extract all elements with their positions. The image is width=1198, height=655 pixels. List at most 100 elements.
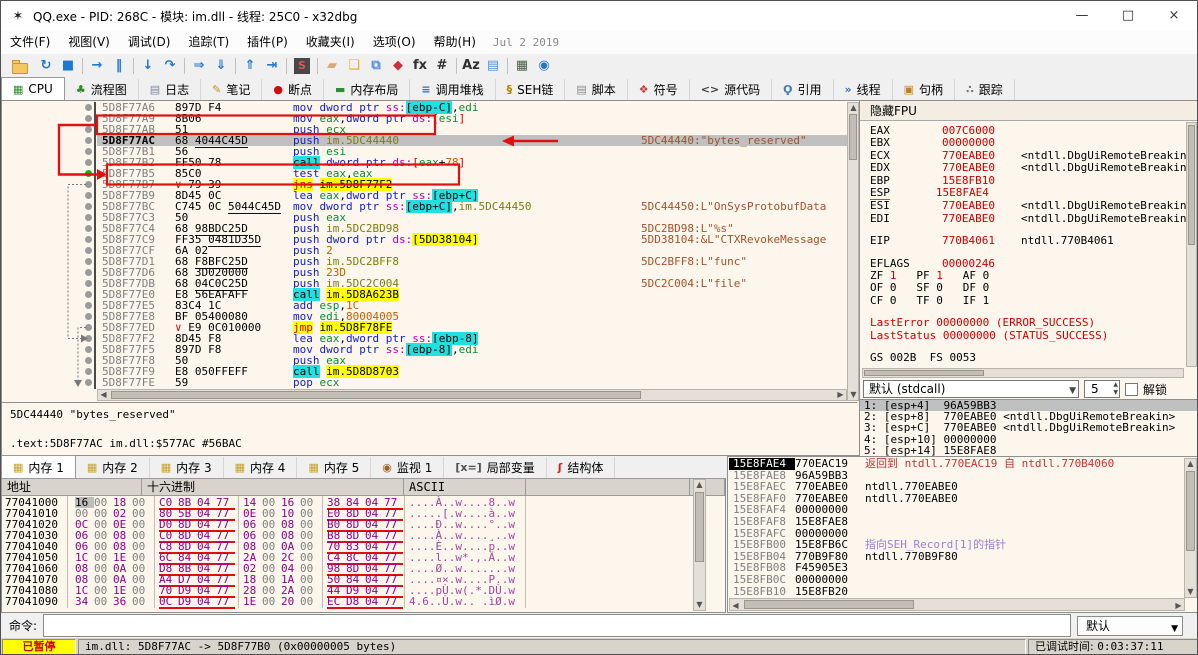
comment-icon[interactable]: ❏: [343, 56, 365, 76]
registers-hscrollbar[interactable]: [862, 368, 1184, 378]
restart-icon[interactable]: ↻: [35, 56, 57, 76]
tab-locals[interactable]: [x=] 局部变量: [444, 457, 547, 478]
disasm-row[interactable]: 5D8F77AC 68 4044C45D push im.5DC44440 5DC44…: [97, 134, 847, 148]
row-dot[interactable]: [85, 159, 92, 166]
hex-byte[interactable]: 00: [94, 596, 113, 607]
flag-value[interactable]: 1: [936, 269, 943, 282]
disasm-row[interactable]: 5D8F77A9 8B06 mov eax,dword ptr ds:[esi]: [97, 113, 847, 124]
calling-convention-select[interactable]: 默认 (stdcall) ▼: [863, 380, 1079, 398]
row-dot[interactable]: [85, 192, 92, 199]
menu-item-帮[interactable]: 帮助(H): [425, 35, 485, 49]
menu-item-文[interactable]: 文件(F): [1, 35, 59, 49]
tab-handles[interactable]: ▣ 句柄: [893, 79, 956, 100]
step-over-icon[interactable]: ↷: [159, 56, 181, 76]
register-value[interactable]: 770EABE0: [942, 149, 995, 162]
row-dot[interactable]: [85, 357, 92, 364]
register-value[interactable]: 15E8FB10: [942, 174, 995, 187]
tab-memory-map[interactable]: ▬ 内存布局: [324, 79, 411, 100]
stack-hscrollbar[interactable]: ◀ ▶: [729, 598, 1185, 611]
hex-byte[interactable]: EC: [327, 596, 346, 607]
bookmark-icon[interactable]: ◆: [387, 56, 409, 76]
scylla-icon[interactable]: S: [294, 58, 310, 74]
register-row[interactable]: EIP 770B4061 ntdll.770B4061: [870, 234, 1186, 247]
row-dot[interactable]: [85, 324, 92, 331]
hide-fpu-button[interactable]: 隐藏FPU: [860, 101, 1197, 121]
row-dot[interactable]: [85, 247, 92, 254]
row-dot[interactable]: [85, 115, 92, 122]
register-row[interactable]: GS 002B FS 0053: [870, 351, 1186, 364]
tab-dump-1[interactable]: ▦ 内存 1: [1, 455, 76, 478]
disassembly-vscrollbar[interactable]: ▲ ▼: [847, 102, 859, 401]
dump-vscrollbar[interactable]: ▲ ▼: [693, 479, 706, 611]
disassembly-hscrollbar[interactable]: ◀ ▶: [97, 389, 847, 401]
run-to-user-code-icon[interactable]: ⇒: [188, 56, 210, 76]
flag-value[interactable]: 0: [936, 294, 943, 307]
patch-icon[interactable]: ▰: [321, 56, 343, 76]
row-dot[interactable]: [85, 225, 92, 232]
disasm-row[interactable]: 5D8F77FE 59 pop ecx: [97, 377, 847, 388]
disasm-row[interactable]: 5D8F77F5 897D F8 mov dword ptr ss:[ebp-8],…: [97, 343, 847, 356]
tab-references[interactable]: Ϙ 引用: [772, 79, 834, 100]
dump-row[interactable]: 77041030 06 00 08 00 C0 8D 04 77 06 00 08 00 B8 8D 04 77…: [1, 530, 725, 543]
row-dot[interactable]: [85, 258, 92, 265]
disasm-row[interactable]: 5D8F77BC C745 0C 5044C45D mov dword ptr ss…: [97, 200, 847, 214]
pause-icon[interactable]: ‖: [108, 56, 130, 76]
row-dot[interactable]: [85, 302, 92, 309]
register-row[interactable]: EBX 00000000: [870, 136, 1186, 149]
menu-item-视[interactable]: 视图(V): [59, 35, 119, 49]
tab-struct[interactable]: ʃ 结构体: [547, 457, 616, 478]
hex-byte[interactable]: 00: [300, 596, 319, 607]
dump-row[interactable]: 77041010 00 00 02 00 80 5B 04 77 0E 00 10 00 E0 8D 04 77…: [1, 508, 725, 521]
tab-cpu[interactable]: ▦ CPU: [1, 77, 65, 100]
register-row[interactable]: EDX 770EABE0 <ntdll.DbgUiRemoteBreakin>: [870, 161, 1193, 174]
stack-row[interactable]: 15E8FAE4 770EAC19 返回到 ntdll.770EAC19 自 ntd…: [729, 458, 1173, 470]
menu-item-插[interactable]: 插件(P): [238, 35, 297, 49]
row-dot[interactable]: [85, 181, 92, 188]
stop-icon[interactable]: ■: [57, 56, 79, 76]
tab-graph[interactable]: ♣ 流程图: [65, 79, 139, 100]
open-file-icon[interactable]: [12, 59, 28, 74]
menu-item-收[interactable]: 收藏夹(I): [297, 35, 364, 49]
label-icon[interactable]: ⧉: [365, 56, 387, 76]
hex-byte[interactable]: 1E: [243, 596, 262, 607]
row-dot[interactable]: [85, 335, 92, 342]
row-dot[interactable]: [85, 236, 92, 243]
row-dot[interactable]: [85, 346, 92, 353]
hex-byte[interactable]: 0C: [159, 596, 178, 607]
flag-value[interactable]: 1: [890, 269, 897, 282]
row-dot[interactable]: [85, 104, 92, 111]
register-row[interactable]: EBP 15E8FB10: [870, 174, 1186, 187]
dump-row[interactable]: 77041060 08 00 0A 00 D8 8B 04 77 02 00 04 00 98 8D 04 77…: [1, 563, 725, 576]
register-value[interactable]: 007C6000: [942, 124, 995, 137]
hex-byte[interactable]: D9: [178, 596, 197, 607]
row-dot[interactable]: [85, 126, 92, 133]
minimize-button[interactable]: —: [1059, 1, 1105, 31]
row-dot[interactable]: [85, 291, 92, 298]
tab-seh-chain[interactable]: § SEH链: [496, 79, 566, 100]
disasm-row[interactable]: 5D8F77C9 FF35 0481D35D push dword ptr ds:[…: [97, 233, 847, 247]
tab-symbols[interactable]: ❖ 符号: [628, 79, 690, 100]
tab-dump-5[interactable]: ▦ 内存 5: [297, 457, 372, 478]
step-into-icon[interactable]: ↓: [137, 56, 159, 76]
dump-row[interactable]: 77041080 1C 00 1E 00 70 D9 04 77 28 00 2A 00 44 D9 04 77…: [1, 585, 725, 598]
stack-row[interactable]: 15E8FB0C 00000000: [729, 574, 1173, 586]
dump-row[interactable]: 77041050 1C 00 1E 00 6C 84 04 77 2A 00 2C 00 C4 8C 04 77…: [1, 552, 725, 565]
hex-byte[interactable]: 34: [75, 596, 94, 607]
register-value[interactable]: 770EABE0: [942, 199, 995, 212]
goto-user-icon[interactable]: ⇥: [261, 56, 283, 76]
flag-value[interactable]: 0: [936, 281, 943, 294]
tab-watch-1[interactable]: ◉ 监视 1: [371, 457, 445, 478]
row-dot[interactable]: [85, 368, 92, 375]
run-icon[interactable]: →: [86, 56, 108, 76]
menu-item-追[interactable]: 追踪(T): [179, 35, 238, 49]
maximize-button[interactable]: □: [1105, 1, 1151, 31]
unlock-checkbox[interactable]: [1125, 382, 1138, 396]
disasm-row[interactable]: 5D8F77F9 E8 050FFEFF call im.5D8D8703: [97, 365, 847, 378]
tab-dump-4[interactable]: ▦ 内存 4: [224, 457, 298, 478]
tab-threads[interactable]: » 线程: [834, 79, 893, 100]
calculator-icon[interactable]: ▦: [511, 56, 533, 76]
flag-value[interactable]: 0: [890, 281, 897, 294]
hex-byte[interactable]: 00: [262, 596, 281, 607]
row-dot[interactable]: [85, 137, 92, 144]
tab-log[interactable]: ▤ 日志: [139, 79, 202, 100]
